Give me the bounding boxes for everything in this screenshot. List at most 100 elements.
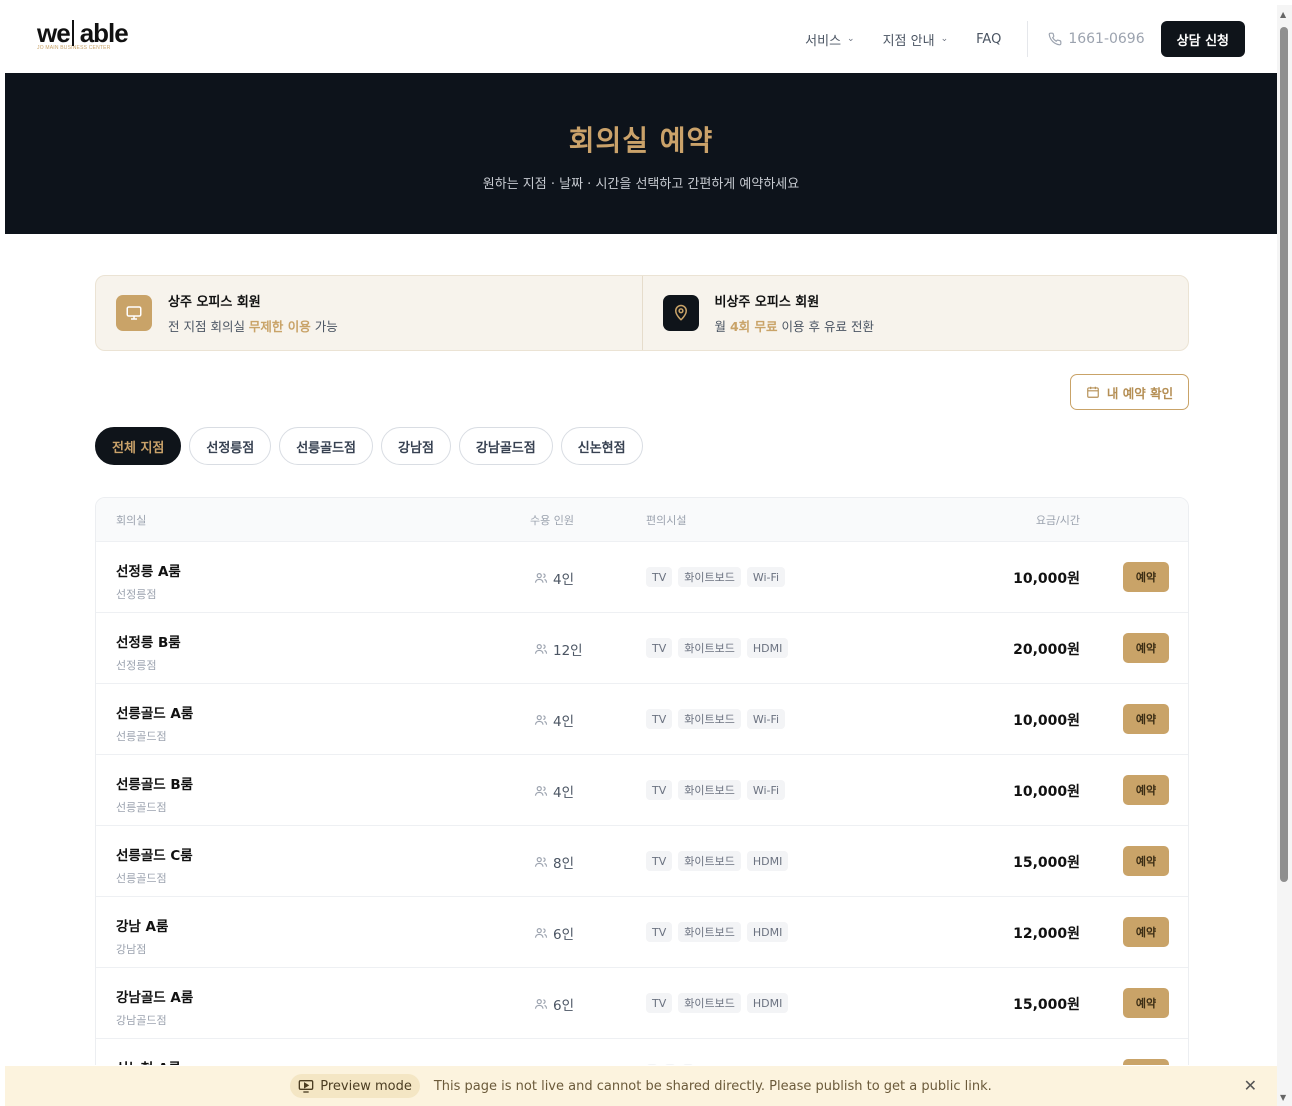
capacity-cell: 6인	[534, 923, 574, 943]
preview-mode-bar: Preview mode This page is not live and c…	[5, 1066, 1277, 1106]
table-row: 선정릉 B룸 선정릉점 12인 TV 화이트보드 HDMI 20,000원 예약	[96, 612, 1188, 683]
price-cell: 20,000원	[1013, 642, 1080, 658]
room-name: 선릉골드 C룸	[116, 848, 193, 864]
facility-tag: HDMI	[746, 922, 789, 942]
facility-tag	[682, 1064, 694, 1065]
facility-tag: HDMI	[746, 638, 789, 658]
people-icon	[534, 573, 548, 583]
nav-services[interactable]: 서비스 ⌄	[805, 30, 854, 49]
branch-filters: 전체 지점 선정릉점 선릉골드점 강남점 강남골드점 신논현점	[95, 427, 651, 465]
scroll-up-arrow-icon[interactable]: ▲	[1280, 10, 1286, 19]
my-reservation-button[interactable]: 내 예약 확인	[1070, 374, 1189, 410]
reserve-button[interactable]: 예약	[1123, 917, 1169, 947]
filter-seonjeongneung[interactable]: 선정릉점	[189, 427, 272, 465]
preview-mode-badge: Preview mode	[290, 1074, 420, 1098]
consult-button[interactable]: 상담 신청	[1160, 21, 1245, 57]
capacity-cell: 4인	[534, 568, 574, 588]
room-branch: 선릉골드점	[116, 801, 167, 814]
facilities-cell: TV 화이트보드 HDMI	[646, 993, 794, 1013]
people-icon	[534, 857, 548, 867]
page-title: 회의실 예약	[568, 124, 714, 157]
facility-tag: 화이트보드	[678, 780, 741, 800]
scroll-down-arrow-icon[interactable]: ▼	[1280, 1093, 1286, 1102]
filter-all[interactable]: 전체 지점	[95, 427, 182, 465]
people-icon	[534, 928, 548, 938]
capacity-cell: 4인	[534, 781, 574, 801]
price-cell: 10,000원	[1013, 713, 1080, 729]
resident-member-card: 상주 오피스 회원 전 지점 회의실 무제한 이용 가능	[96, 276, 642, 350]
price-cell: 15,000원	[1013, 855, 1080, 871]
capacity-cell: 8인	[534, 852, 574, 872]
scrollbar-thumb[interactable]	[1280, 27, 1288, 882]
site-header: we able JO MAIN BUSINESS CENTER 서비스 ⌄ 지점 안…	[5, 5, 1277, 73]
chevron-down-icon: ⌄	[847, 34, 855, 44]
room-branch: 강남점	[116, 943, 147, 956]
nav-divider	[1027, 21, 1029, 57]
room-cell: 선정릉 A룸 선정릉점	[116, 560, 181, 602]
nonresident-member-card: 비상주 오피스 회원 월 4회 무료 이용 후 유료 전환	[641, 276, 1189, 350]
filter-gangnam[interactable]: 강남점	[381, 427, 451, 465]
table-body: 선정릉 A룸 선정릉점 4인 TV 화이트보드 Wi-Fi 10,000원 예약 선…	[96, 541, 1188, 1065]
page-subtitle: 원하는 지점 · 날짜 · 시간을 선택하고 간편하게 예약하세요	[482, 177, 800, 192]
preview-message: This page is not live and cannot be shar…	[433, 1078, 992, 1094]
facility-tag: Wi-Fi	[746, 567, 786, 587]
phone-link[interactable]: 1661-0696	[1048, 31, 1145, 47]
table-header: 회의실 수용 인원 편의시설 요금/시간	[96, 498, 1188, 541]
facility-tag: 화이트보드	[678, 567, 741, 587]
price-cell: 15,000원	[1013, 997, 1080, 1013]
room-branch: 선정릉점	[116, 588, 157, 601]
people-icon	[534, 715, 548, 725]
filter-seolleung-gold[interactable]: 선릉골드점	[279, 427, 374, 465]
logo[interactable]: we able JO MAIN BUSINESS CENTER	[37, 19, 147, 59]
facilities-cell: TV 화이트보드 HDMI	[646, 922, 794, 942]
table-row: 강남 A룸 강남점 6인 TV 화이트보드 HDMI 12,000원 예약	[96, 896, 1188, 967]
facility-tag: Wi-Fi	[746, 780, 786, 800]
facilities-cell: TV 화이트보드 Wi-Fi	[646, 780, 791, 800]
reserve-button[interactable]: 예약	[1123, 704, 1169, 734]
page-viewport: we able JO MAIN BUSINESS CENTER 서비스 ⌄ 지점 안…	[5, 5, 1277, 1065]
reserve-button[interactable]: 예약	[1123, 633, 1169, 663]
close-icon[interactable]: ✕	[1244, 1076, 1257, 1095]
reserve-button[interactable]: 예약	[1123, 988, 1169, 1018]
facility-tag	[646, 1064, 658, 1065]
price-cell: 12,000원	[1013, 926, 1080, 942]
facility-tag	[664, 1064, 676, 1065]
capacity-cell: 4인	[534, 710, 574, 730]
room-name: 선릉골드 B룸	[116, 777, 194, 793]
room-cell: 신논현 A룸 신논현점	[116, 1057, 181, 1065]
capacity-cell: 12인	[534, 639, 583, 659]
table-row: 강남골드 A룸 강남골드점 6인 TV 화이트보드 HDMI 15,000원 예약	[96, 967, 1188, 1038]
reserve-button[interactable]: 예약	[1123, 846, 1169, 876]
room-branch: 선정릉점	[116, 659, 157, 672]
facility-tag: 화이트보드	[678, 638, 741, 658]
nav-branches[interactable]: 지점 안내 ⌄	[883, 30, 949, 49]
room-name: 선정릉 A룸	[116, 564, 181, 580]
facility-tag: TV	[646, 922, 673, 942]
price-cell: 10,000원	[1013, 571, 1080, 587]
table-row: 신논현 A룸 신논현점 예약	[96, 1038, 1188, 1065]
price-cell: 10,000원	[1013, 784, 1080, 800]
membership-info: 상주 오피스 회원 전 지점 회의실 무제한 이용 가능 비상주 오피스 회원 …	[95, 275, 1189, 351]
filter-sinnonhyeon[interactable]: 신논현점	[560, 427, 643, 465]
facility-tag: HDMI	[746, 851, 789, 871]
people-icon	[534, 786, 548, 796]
preview-icon	[298, 1080, 314, 1093]
filter-gangnam-gold[interactable]: 강남골드점	[458, 427, 553, 465]
reserve-button[interactable]: 예약	[1123, 1059, 1169, 1065]
table-row: 선릉골드 B룸 선릉골드점 4인 TV 화이트보드 Wi-Fi 10,000원 예약	[96, 754, 1188, 825]
facilities-cell	[646, 1064, 700, 1065]
facility-tag: TV	[646, 851, 673, 871]
room-cell: 강남 A룸 강남점	[116, 915, 168, 957]
facilities-cell: TV 화이트보드 HDMI	[646, 638, 794, 658]
meeting-room-table: 회의실 수용 인원 편의시설 요금/시간 선정릉 A룸 선정릉점 4인 TV 화이…	[95, 497, 1189, 1065]
room-branch: 강남골드점	[116, 1014, 167, 1027]
reserve-button[interactable]: 예약	[1123, 562, 1169, 592]
nav-faq[interactable]: FAQ	[976, 32, 1001, 47]
chevron-down-icon: ⌄	[940, 34, 949, 44]
room-cell: 선릉골드 B룸 선릉골드점	[116, 773, 193, 815]
facility-tag: TV	[646, 780, 673, 800]
facility-tag: HDMI	[746, 993, 789, 1013]
table-row: 선릉골드 A룸 선릉골드점 4인 TV 화이트보드 Wi-Fi 10,000원 예약	[96, 683, 1188, 754]
page-scrollbar[interactable]: ▲ ▼	[1277, 5, 1292, 1106]
reserve-button[interactable]: 예약	[1123, 775, 1169, 805]
